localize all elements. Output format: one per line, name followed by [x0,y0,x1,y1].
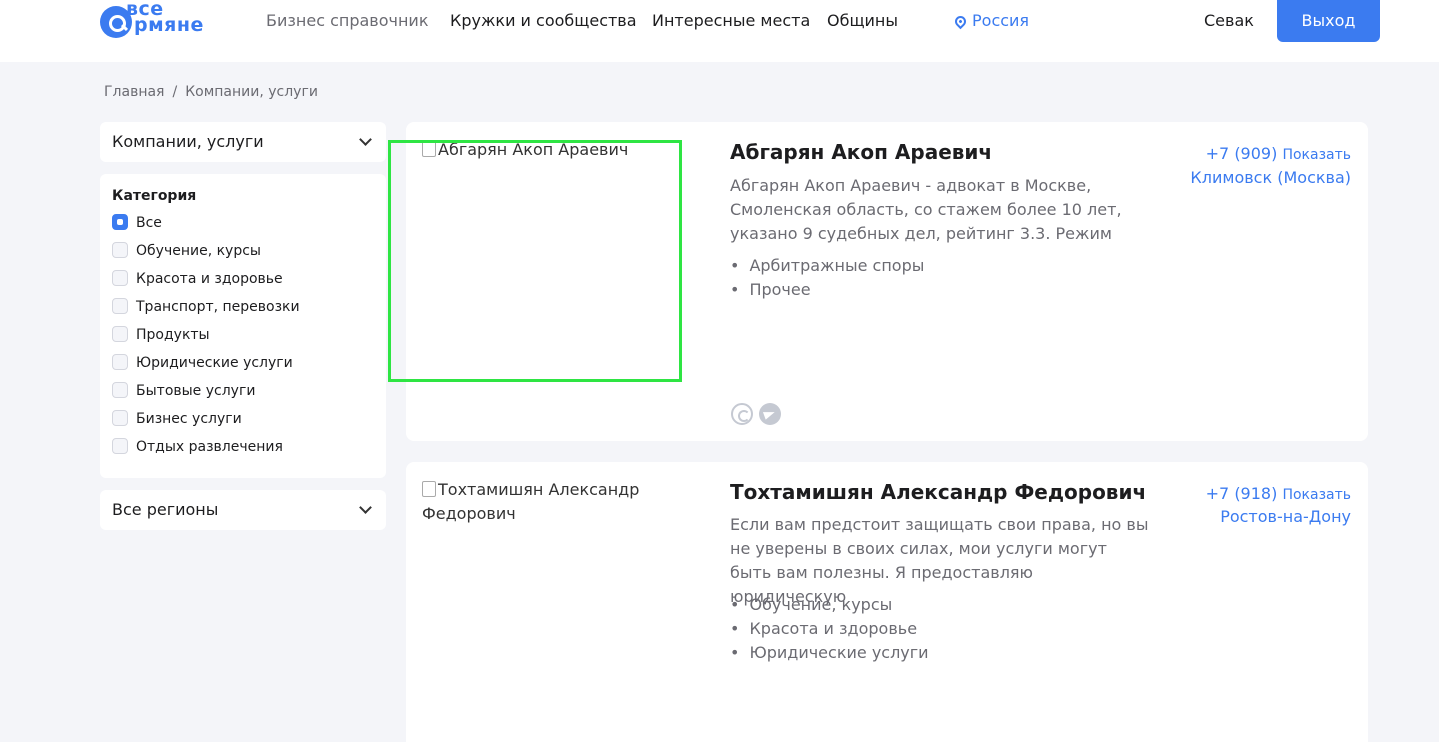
broken-image-icon [422,481,436,497]
checkbox[interactable] [112,382,128,398]
listing-phone: +7 (909) Показать [1206,144,1351,163]
category-title: Категория [112,188,197,204]
chevron-down-icon [359,501,372,514]
category-label: Транспорт, перевозки [136,299,300,315]
image-alt-text: Тохтамишян Александр Федорович [422,480,640,523]
phone-number: +7 (909) [1205,144,1278,163]
category-label: Обучение, курсы [136,243,261,259]
breadcrumb: Главная / Компании, услуги [104,84,318,100]
telegram-icon[interactable] [759,403,781,425]
breadcrumb-separator: / [172,84,178,100]
type-select[interactable]: Компании, услуги [100,122,386,162]
listing-image[interactable]: Тохтамишян Александр Федорович [422,478,692,526]
listing-name[interactable]: Тохтамишян Александр Федорович [730,480,1146,504]
image-highlight-box [388,140,682,382]
nav-clubs-communities[interactable]: Кружки и сообщества [450,11,637,30]
show-phone-button[interactable]: Показать [1282,487,1351,503]
breadcrumb-current: Компании, услуги [185,84,318,100]
checkbox[interactable] [112,354,128,370]
listing-description: Абгарян Акоп Араевич - адвокат в Москве,… [730,176,1122,243]
category-label: Бизнес услуги [136,411,242,427]
tag-item: Прочее [730,278,924,302]
category-household[interactable]: Бытовые услуги [112,382,256,401]
listing-tags: Арбитражные споры Прочее [730,254,924,302]
listing-name[interactable]: Абгарян Акоп Араевич [730,140,992,164]
checkbox[interactable] [112,242,128,258]
region-select[interactable]: Все регионы [100,490,386,530]
tag-item: Красота и здоровье [730,617,929,641]
listing-city[interactable]: Ростов-на-Дону [1220,507,1351,526]
checkbox[interactable] [112,438,128,454]
category-business[interactable]: Бизнес услуги [112,410,242,429]
listing-card: Тохтамишян Александр Федорович Тохтамишя… [406,462,1368,742]
listing-tags: Обучение, курсы Красота и здоровье Юриди… [730,593,929,665]
category-label: Красота и здоровье [136,271,283,287]
category-education[interactable]: Обучение, курсы [112,242,261,261]
tag-item: Обучение, курсы [730,593,929,617]
tag-item: Юридические услуги [730,641,928,665]
category-label: Юридические услуги [136,355,293,371]
nav-business-directory[interactable]: Бизнес справочник [266,11,428,30]
category-label: Бытовые услуги [136,383,256,399]
user-name[interactable]: Севак [1204,11,1254,30]
checkbox[interactable] [112,214,128,230]
region-label: Россия [972,11,1030,30]
type-select-value: Компании, услуги [112,132,264,151]
nav-interesting-places[interactable]: Интересные места [652,11,810,30]
category-filter: Категория Все Обучение, курсы Красота и … [100,174,386,478]
top-navbar: все рмяне Бизнес справочник Кружки и соо… [0,0,1439,62]
nav-communities[interactable]: Общины [827,11,898,30]
region-selector[interactable]: Россия [952,11,1030,30]
category-transport[interactable]: Транспорт, перевозки [112,298,300,317]
logo-line-2: рмяне [134,14,204,36]
category-label: Продукты [136,327,210,343]
exit-button[interactable]: Выход [1277,0,1380,42]
location-pin-icon [952,13,969,30]
category-leisure[interactable]: Отдых развлечения [112,438,283,457]
category-beauty-health[interactable]: Красота и здоровье [112,270,283,289]
whatsapp-icon[interactable] [731,403,753,425]
tag-item: Арбитражные споры [730,254,924,278]
listing-phone: +7 (918) Показать [1206,484,1351,503]
breadcrumb-home[interactable]: Главная [104,84,164,100]
chevron-down-icon [359,133,372,146]
site-logo[interactable]: все рмяне [100,0,220,42]
category-legal[interactable]: Юридические услуги [112,354,293,373]
category-products[interactable]: Продукты [112,326,210,345]
checkbox[interactable] [112,410,128,426]
show-phone-button[interactable]: Показать [1282,147,1351,163]
checkbox[interactable] [112,298,128,314]
checkbox[interactable] [112,326,128,342]
checkbox[interactable] [112,270,128,286]
category-label: Отдых развлечения [136,439,283,455]
category-all[interactable]: Все [112,214,162,233]
region-select-value: Все регионы [112,500,219,519]
listing-city[interactable]: Климовск (Москва) [1190,168,1351,187]
phone-number: +7 (918) [1205,484,1278,503]
category-label: Все [136,215,162,231]
